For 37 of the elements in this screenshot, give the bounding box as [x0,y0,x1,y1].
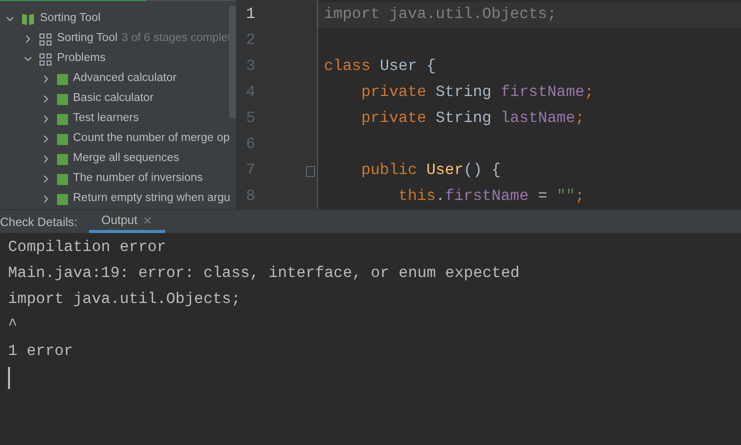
task-square-icon [57,114,68,124]
task-square-icon [57,174,68,184]
console-output-line: Compilation error [8,237,166,258]
code-line: private String firstName; [360,82,594,104]
task-square-icon [57,134,68,144]
console-output-line: ^ [8,315,18,336]
tree-item-label[interactable]: Return empty string when argu [73,190,230,208]
close-icon[interactable] [142,214,154,226]
text-cursor [8,367,10,389]
task-square-icon [57,194,68,204]
scrollbar-thumb[interactable] [229,6,236,118]
tree-item-label[interactable]: Merge all sequences [73,150,180,168]
console-output-line: 1 error [8,341,74,362]
tree-item-label[interactable]: Count the number of merge op [73,130,230,148]
console-output-line: Main.java:19: error: class, interface, or enum expected [8,263,520,284]
tree-item-label[interactable]: Basic calculator [73,90,154,108]
panel-label: Check Details: [0,214,78,230]
tree-item-label[interactable]: Advanced calculator [73,70,177,88]
code-line: class User { [324,56,436,78]
tree-item-label[interactable]: Sorting Tool [40,10,101,28]
book-icon [21,12,35,26]
tree-item-label[interactable]: Test learners [73,110,139,128]
task-square-icon [57,154,68,164]
tree-item-label[interactable]: Problems [57,50,106,68]
grid-icon [39,32,52,46]
tree-item-label[interactable]: Sorting Tool [57,30,118,48]
grid-icon [39,52,52,66]
line-number: 1 [246,4,256,26]
code-line: private String lastName; [360,108,584,130]
code-line: this.firstName = ""; [397,186,584,208]
fold-marker-icon[interactable] [306,166,315,176]
tree-item-label[interactable]: The number of inversions [73,170,203,188]
code-line: import java.util.Objects; [324,4,557,26]
task-square-icon [57,74,68,84]
task-square-icon [57,94,68,104]
console-output-line: import java.util.Objects; [8,289,241,310]
code-line: public User() { [360,160,501,182]
